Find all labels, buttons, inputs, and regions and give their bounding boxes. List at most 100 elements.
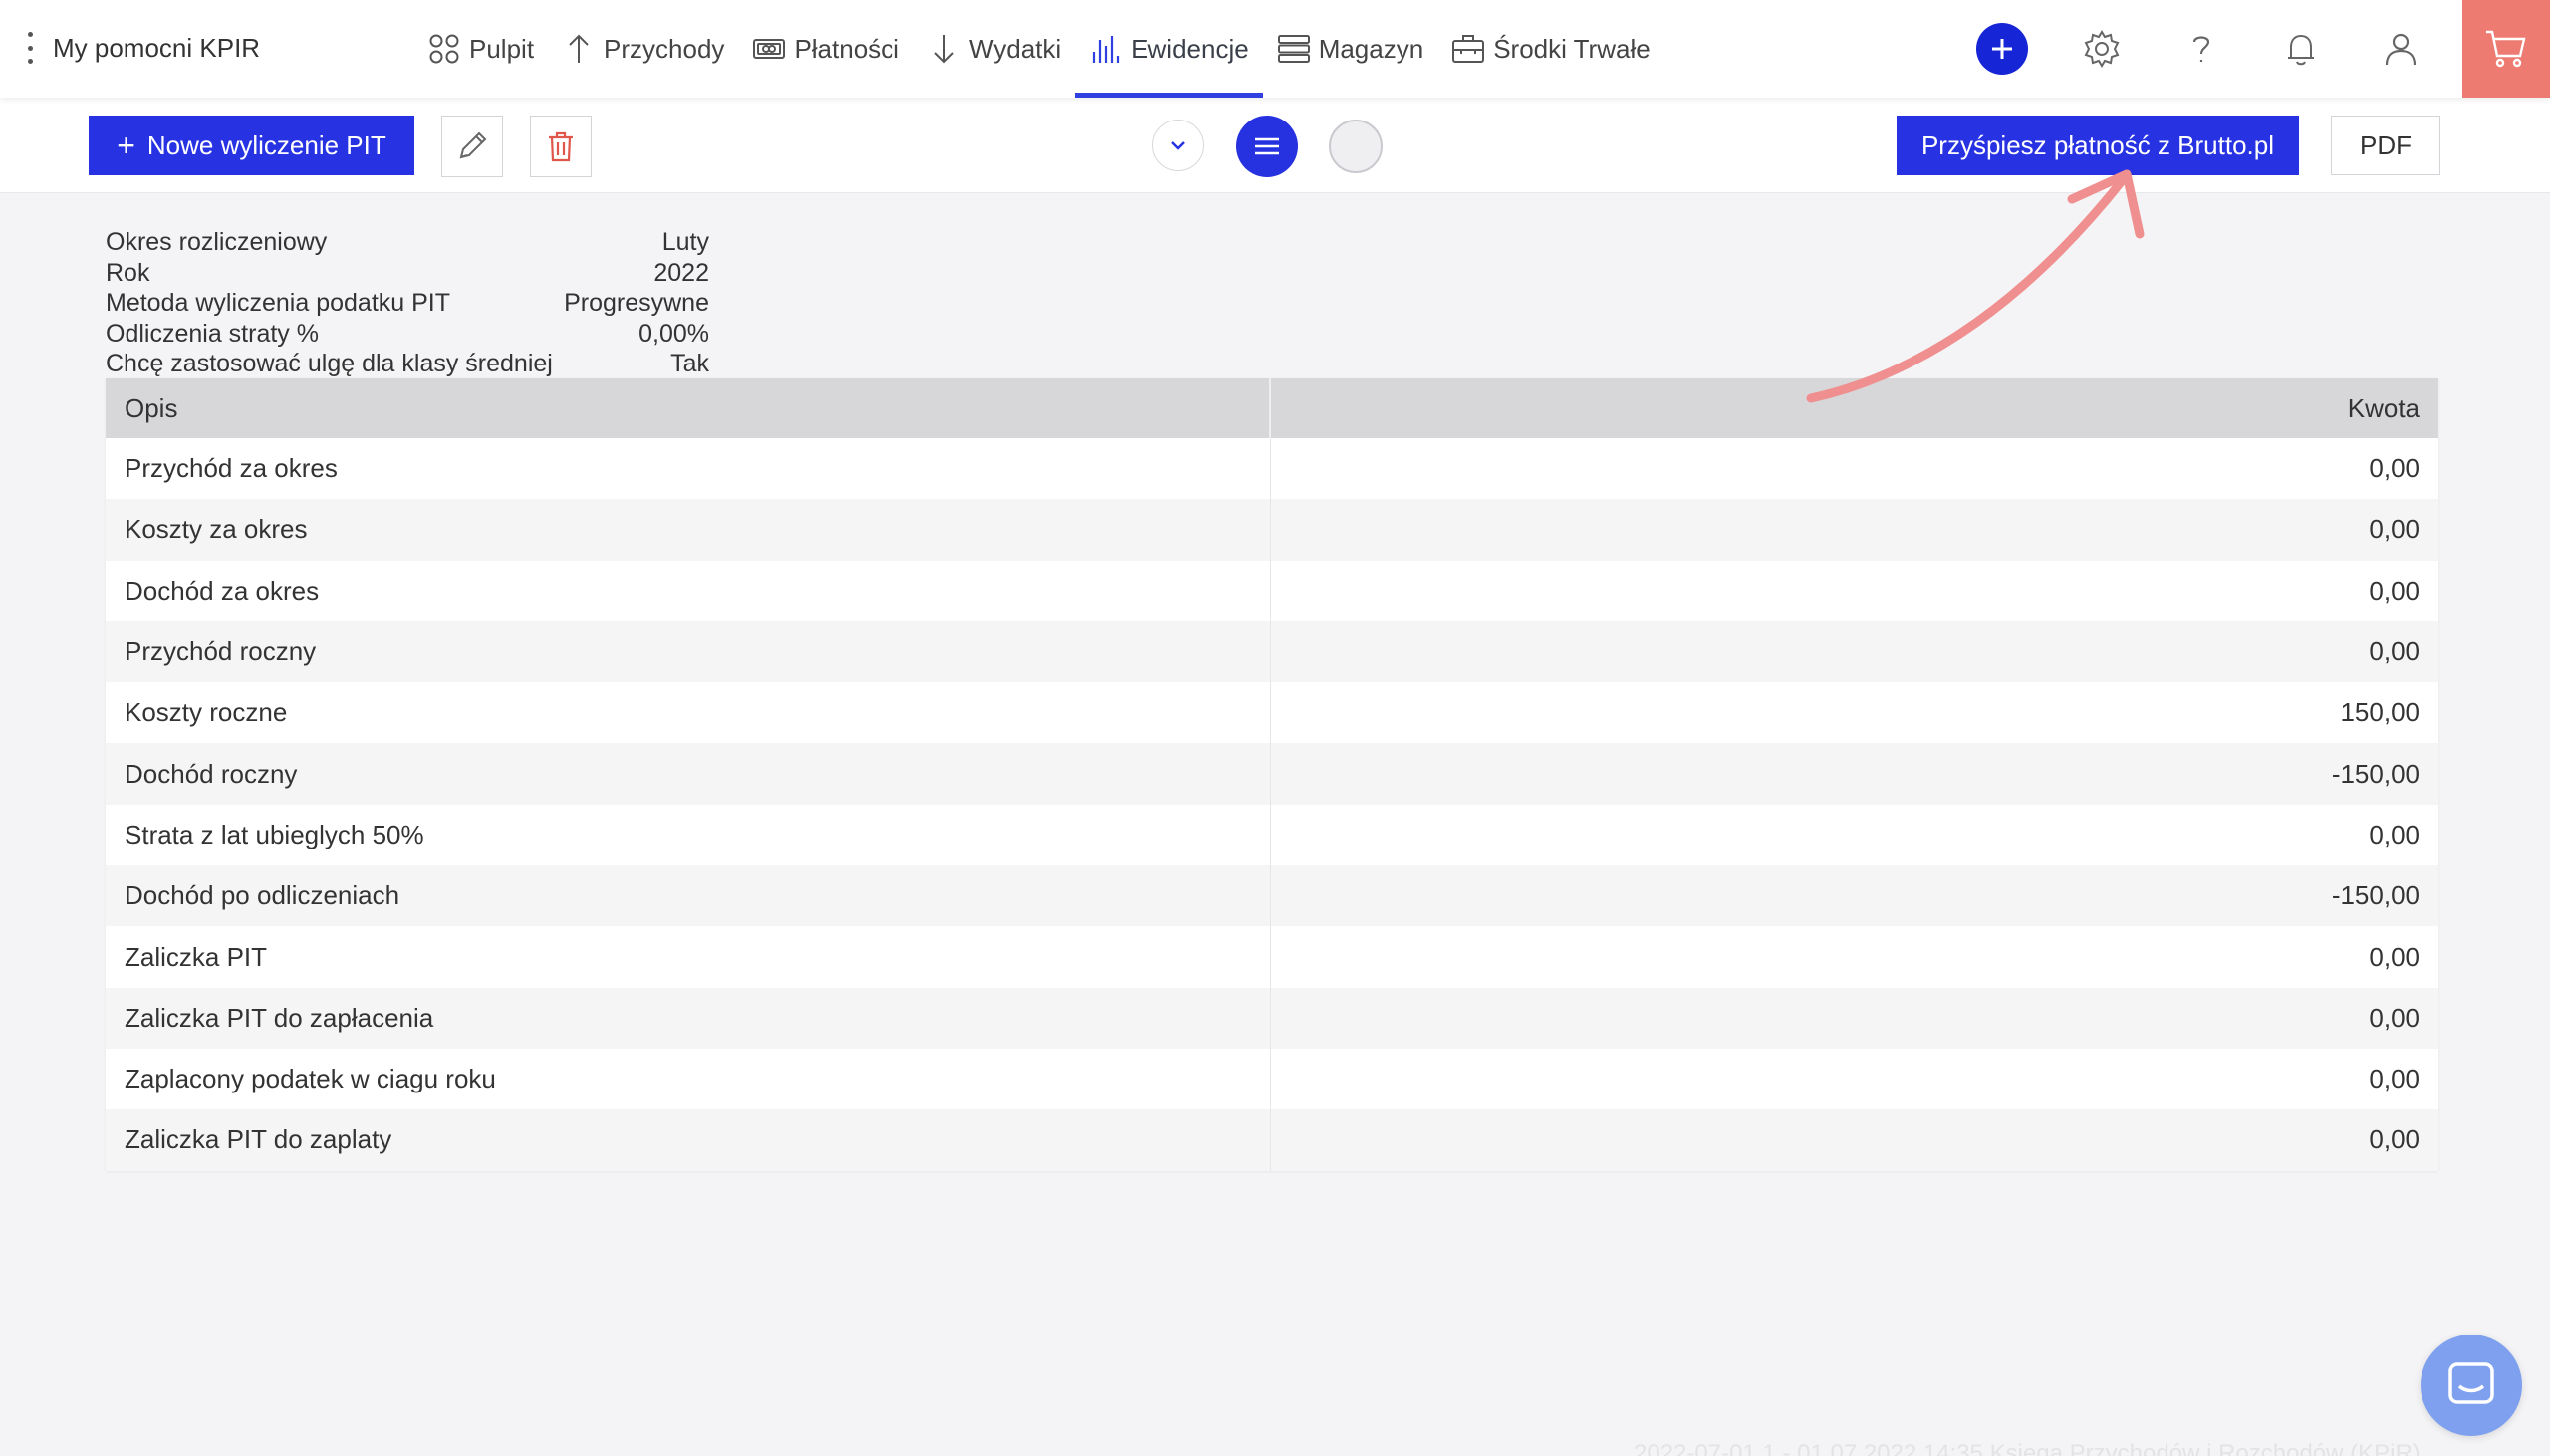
row-amount: 0,00 xyxy=(2369,575,2420,606)
row-description: Dochód po odliczeniach xyxy=(106,865,1271,927)
table-header: Opis Kwota xyxy=(106,378,2438,438)
nav-item-platnosci[interactable]: Płatności xyxy=(738,0,913,98)
dashboard-icon xyxy=(429,34,459,64)
setting-label: Metoda wyliczenia podatku PIT xyxy=(106,289,451,317)
nav-item-przychody[interactable]: Przychody xyxy=(548,0,738,98)
add-button[interactable] xyxy=(1952,0,2052,98)
setting-row: Chcę zastosować ulgę dla klasy średniej … xyxy=(106,349,709,379)
calculation-settings: Okres rozliczeniowy Luty Rok 2022 Metoda… xyxy=(106,227,709,379)
pdf-button[interactable]: PDF xyxy=(2331,116,2440,175)
user-icon xyxy=(2385,33,2417,66)
more-menu-icon[interactable] xyxy=(24,32,36,64)
row-amount: 0,00 xyxy=(2369,1064,2420,1094)
plus-icon xyxy=(1976,23,2028,75)
nav-item-label: Przychody xyxy=(604,33,725,64)
nav-item-label: Pulpit xyxy=(469,33,535,64)
payment-icon xyxy=(753,39,786,59)
setting-label: Odliczenia straty % xyxy=(106,319,319,348)
notifications-button[interactable] xyxy=(2251,0,2351,98)
setting-row: Rok 2022 xyxy=(106,258,709,289)
footer-text: 2022-07-01 1 - 01.07.2022 14:35 Księga P… xyxy=(1634,1440,2421,1456)
row-description: Przychód za okres xyxy=(106,438,1271,500)
bell-icon xyxy=(2288,34,2314,66)
top-navigation-bar: My pomocni KPIR Pulpit Przychody Płatnoś… xyxy=(0,0,2550,98)
cart-icon xyxy=(2486,30,2526,68)
plus-icon: + xyxy=(117,127,135,163)
row-description: Dochód za okres xyxy=(106,560,1271,621)
gear-icon xyxy=(2084,30,2120,68)
new-pit-calculation-button[interactable]: + Nowe wyliczenie PIT xyxy=(89,116,414,175)
column-header-description[interactable]: Opis xyxy=(106,378,1271,438)
row-description: Strata z lat ubieglych 50% xyxy=(106,804,1271,866)
row-amount: -150,00 xyxy=(2331,880,2420,911)
nav-item-label: Wydatki xyxy=(968,33,1062,64)
nav-item-magazyn[interactable]: Magazyn xyxy=(1263,0,1438,98)
table-row: Zaliczka PIT do zaplaty 0,00 xyxy=(106,1109,2438,1171)
expand-toggle-button[interactable] xyxy=(1152,120,1204,171)
setting-label: Chcę zastosować ulgę dla klasy średniej xyxy=(106,350,553,377)
setting-row: Odliczenia straty % 0,00% xyxy=(106,319,709,350)
delete-button[interactable] xyxy=(530,116,592,177)
user-profile-button[interactable] xyxy=(2351,0,2450,98)
row-description: Koszty roczne xyxy=(106,682,1271,744)
chevron-down-icon xyxy=(1171,141,1185,150)
help-button[interactable] xyxy=(2152,0,2251,98)
nav-item-label: Ewidencje xyxy=(1131,33,1249,64)
settings-button[interactable] xyxy=(2052,0,2152,98)
row-amount: 0,00 xyxy=(2369,636,2420,667)
table-row: Koszty za okres 0,00 xyxy=(106,499,2438,561)
nav-item-wydatki[interactable]: Wydatki xyxy=(913,0,1075,98)
table-row: Zaliczka PIT 0,00 xyxy=(106,926,2438,988)
nav-item-ewidencje[interactable]: Ewidencje xyxy=(1075,0,1263,98)
cart-button[interactable] xyxy=(2462,0,2550,98)
setting-label: Rok xyxy=(106,258,150,287)
row-description: Zaplacony podatek w ciagu roku xyxy=(106,1048,1271,1110)
app-title: My pomocni KPIR xyxy=(53,33,261,63)
chat-widget-button[interactable] xyxy=(2421,1335,2522,1436)
menu-lines-icon xyxy=(1255,137,1279,155)
pencil-icon xyxy=(459,131,487,159)
row-amount: 0,00 xyxy=(2369,819,2420,849)
arrow-down-icon xyxy=(934,35,954,64)
row-description: Zaliczka PIT do zaplaty xyxy=(106,1109,1271,1171)
bar-chart-icon xyxy=(1093,36,1120,63)
row-description: Dochód roczny xyxy=(106,743,1271,805)
edit-button[interactable] xyxy=(441,116,503,177)
brutto-payment-button[interactable]: Przyśpiesz płatność z Brutto.pl xyxy=(1897,116,2299,175)
setting-label: Okres rozliczeniowy xyxy=(106,228,328,256)
table-body: Przychód za okres 0,00 Koszty za okres 0,0… xyxy=(106,438,2438,1171)
table-row: Dochód za okres 0,00 xyxy=(106,560,2438,621)
table-row: Przychód roczny 0,00 xyxy=(106,620,2438,683)
row-amount: 0,00 xyxy=(2369,453,2420,484)
row-amount: 0,00 xyxy=(2369,514,2420,545)
annotation-arrow-icon xyxy=(1806,169,2145,403)
nav-item-label: Środki Trwałe xyxy=(1493,33,1651,64)
setting-row: Metoda wyliczenia podatku PIT Progresywn… xyxy=(106,288,709,319)
nav-item-pulpit[interactable]: Pulpit xyxy=(413,0,548,98)
row-description: Zaliczka PIT xyxy=(106,926,1271,988)
table-row: Zaliczka PIT do zapłacenia 0,00 xyxy=(106,987,2438,1049)
nav-item-srodki-trwale[interactable]: Środki Trwałe xyxy=(1437,0,1664,98)
chat-icon xyxy=(2448,1362,2494,1404)
table-row: Dochód roczny -150,00 xyxy=(106,743,2438,805)
setting-value: 0,00% xyxy=(638,319,709,348)
setting-value: Luty xyxy=(661,228,709,256)
arrow-up-icon xyxy=(569,34,589,63)
row-description: Zaliczka PIT do zapłacenia xyxy=(106,987,1271,1049)
header-actions xyxy=(1952,0,2550,98)
row-amount: 0,00 xyxy=(2369,1002,2420,1033)
help-icon xyxy=(2192,36,2210,62)
table-row: Dochód po odliczeniach -150,00 xyxy=(106,865,2438,927)
nav-item-label: Magazyn xyxy=(1318,33,1424,64)
nav-item-label: Płatności xyxy=(794,33,899,64)
table-row: Zaplacony podatek w ciagu roku 0,00 xyxy=(106,1048,2438,1110)
row-amount: -150,00 xyxy=(2331,758,2420,789)
row-amount: 0,00 xyxy=(2369,941,2420,972)
list-view-button[interactable] xyxy=(1236,116,1298,177)
column-header-amount[interactable]: Kwota xyxy=(1271,378,2438,438)
view-toggle-button[interactable] xyxy=(1329,120,1383,173)
table-row: Koszty roczne 150,00 xyxy=(106,682,2438,744)
setting-value: Tak xyxy=(670,350,709,377)
row-description: Koszty za okres xyxy=(106,499,1271,561)
setting-value: Progresywne xyxy=(564,289,709,317)
